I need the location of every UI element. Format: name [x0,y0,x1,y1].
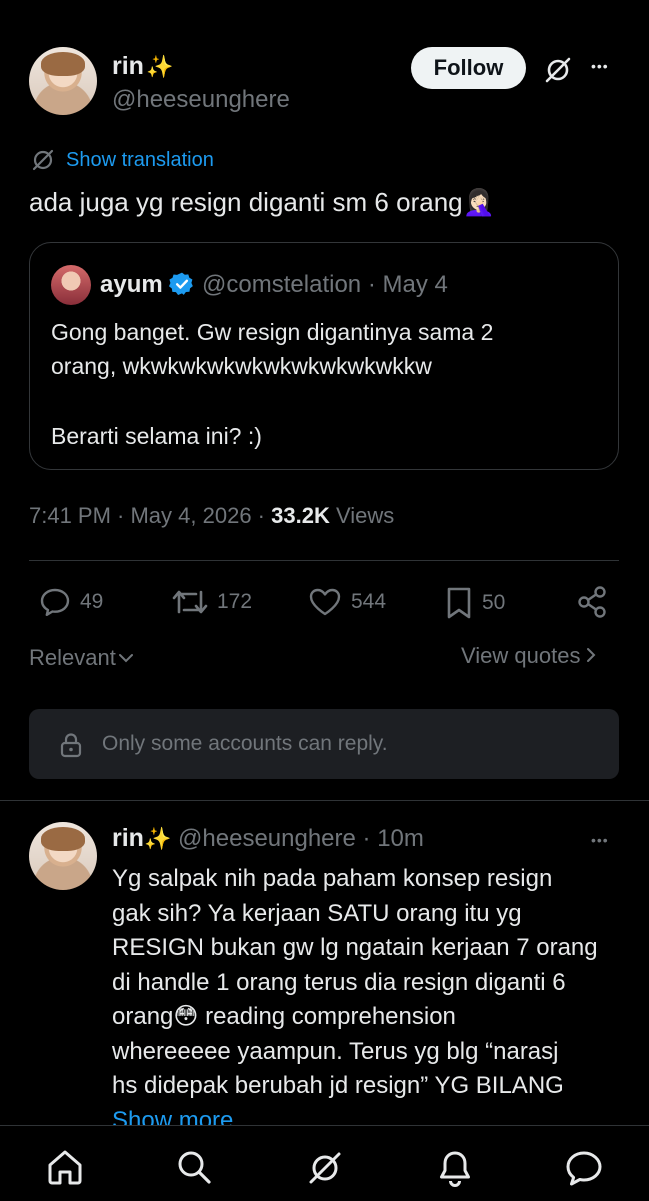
bookmark-button[interactable]: 50 [444,586,505,620]
quoted-tweet[interactable]: ayum @comstelation · May 4 Gong banget. … [29,242,619,470]
retweet-count: 172 [217,590,253,613]
reply-sparkle-emoji: ✨ [143,826,172,851]
reply-author-name[interactable]: rin [112,824,144,852]
quoted-author-name: ayum [100,271,163,298]
author-name[interactable]: rin [112,52,144,80]
heart-icon [307,586,343,618]
reply-text: Yg salpak nih pada paham konsep resign g… [112,862,598,1138]
lock-icon [59,732,83,758]
reply-author-handle[interactable]: @heeseunghere [178,825,356,852]
sort-relevant-dropdown[interactable]: Relevant [29,643,134,671]
like-count: 544 [351,590,387,613]
reply-text-line: gak sih? Ya kerjaan SATU orang itu yg [112,899,522,927]
quoted-author-handle: @comstelation [202,271,362,298]
reply-text-line: RESIGN bukan gw lg ngatain kerjaan 7 ora… [112,934,598,961]
reply-restriction-text: Only some accounts can reply. [102,732,388,755]
quoted-date: · May 4 [367,271,448,298]
show-translation-link[interactable]: Show translation [66,149,214,172]
reply-text-line: orang😳 reading comprehension [112,1003,456,1030]
view-quotes-label: View quotes [461,643,581,668]
section-divider [0,800,649,801]
quoted-author-avatar [51,265,91,305]
bookmark-icon [444,586,474,620]
sparkle-emoji: ✨ [145,54,174,79]
reply-text-line: Yg salpak nih pada paham konsep resign [112,865,553,892]
bookmark-count: 50 [482,591,506,614]
search-icon[interactable] [175,1148,213,1186]
views-count[interactable]: 33.2K [271,503,330,528]
retweet-icon [171,586,209,618]
reply-icon [38,586,72,618]
reply-header: rin✨ @heeseunghere · 10m [112,824,424,853]
reply-time: · 10m [362,825,424,852]
tweet-meta: 7:41 PM · May 4, 2026 · 33.2K Views [29,503,394,529]
author-name-row[interactable]: rin✨ [112,52,173,81]
reply-text-line: whereeeee yaampun. Terus yg blg “narasj [112,1037,559,1065]
tweet-text: ada juga yg resign diganti sm 6 orang🤦🏻‍… [29,187,495,217]
reply-author-avatar[interactable] [29,822,97,890]
grok-icon[interactable] [305,1148,345,1188]
divider [29,560,619,561]
chevron-down-icon [118,643,134,669]
reply-more-options-icon[interactable]: ••• [591,832,609,848]
view-quotes-link[interactable]: View quotes [461,643,596,669]
translate-icon [31,148,55,172]
grok-icon[interactable] [543,55,573,85]
views-label[interactable]: Views [336,503,394,528]
more-options-icon[interactable]: ••• [591,58,609,74]
follow-button[interactable]: Follow [411,47,526,89]
author-avatar[interactable] [29,47,97,115]
like-button[interactable]: 544 [307,586,386,618]
chevron-right-icon [586,643,596,669]
reply-count: 49 [80,590,104,613]
home-icon[interactable] [45,1148,85,1186]
reply-button[interactable]: 49 [38,586,103,618]
sort-relevant-label: Relevant [29,645,116,670]
tweet-timestamp: 7:41 PM · May 4, 2026 · [29,503,265,528]
quoted-text-line-1: Gong banget. Gw resign digantinya sama 2 [51,319,494,345]
author-handle[interactable]: @heeseunghere [112,86,290,114]
quoted-text-line-3: Berarti selama ini? :) [51,423,262,449]
quoted-text-line-2: orang, wkwkwkwkwkwkwkwkwkwkkw [51,353,432,379]
notifications-icon[interactable] [436,1148,474,1188]
reply-text-line: di handle 1 orang terus dia resign digan… [112,968,566,996]
reply-text-line: hs didepak berubah jd resign” YG BILANG [112,1072,564,1099]
messages-icon[interactable] [563,1148,605,1188]
verified-badge-icon [169,271,195,297]
share-icon[interactable] [576,585,610,619]
reply-restriction-banner: Only some accounts can reply. [29,709,619,779]
retweet-button[interactable]: 172 [171,586,252,618]
bottom-navigation [0,1125,649,1201]
